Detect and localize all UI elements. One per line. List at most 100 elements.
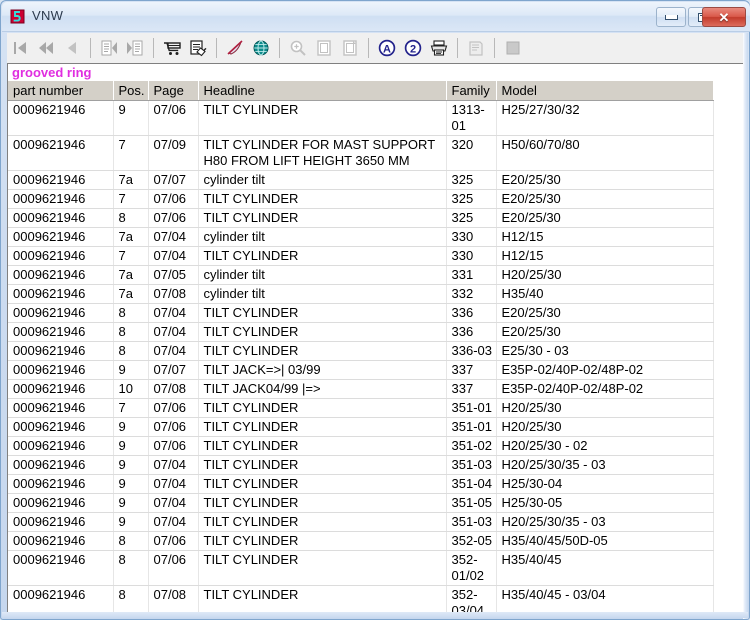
family-line: 331: [451, 267, 474, 282]
table-row[interactable]: 0009621946 7 07/09 TILT CYLINDER FOR MAST S…: [8, 135, 714, 171]
cell-model: H20/25/30/35 - 03: [496, 455, 714, 475]
cell-page: 07/04: [148, 341, 199, 361]
column-header-part-number[interactable]: part number: [8, 81, 114, 101]
cell-pos: 7: [113, 189, 149, 209]
cell-headline-link[interactable]: TILT CYLINDER: [198, 322, 447, 342]
cell-headline-link[interactable]: TILT CYLINDER: [198, 531, 447, 551]
cell-part-number: 0009621946: [8, 208, 114, 228]
cell-headline-link[interactable]: cylinder tilt: [198, 284, 447, 304]
close-button[interactable]: ✕: [702, 7, 746, 27]
table-row[interactable]: 0009621946 9 07/06 TILT CYLINDER 351-01 H20/2…: [8, 417, 714, 437]
table-row[interactable]: 0009621946 8 07/04 TILT CYLINDER 336-03 E25/3…: [8, 341, 714, 361]
cell-headline-link[interactable]: TILT CYLINDER: [198, 398, 447, 418]
cell-headline-link[interactable]: TILT JACK=>| 03/99: [198, 360, 447, 380]
cell-headline-link[interactable]: TILT CYLINDER: [198, 208, 447, 228]
table-row[interactable]: 0009621946 7 07/06 TILT CYLINDER 325 E20/25/3…: [8, 189, 714, 209]
table-row[interactable]: 0009621946 7a 07/05 cylinder tilt 331 H20/25/…: [8, 265, 714, 285]
table-row[interactable]: 0009621946 9 07/06 TILT CYLINDER 1313-01 H25/…: [8, 100, 714, 136]
document-next-icon: [122, 35, 148, 61]
table-row[interactable]: 0009621946 8 07/08 TILT CYLINDER 352- 03/04 H3…: [8, 585, 714, 613]
cell-model: H35/40/45: [496, 550, 714, 586]
table-row[interactable]: 0009621946 9 07/06 TILT CYLINDER 351-02 H20/2…: [8, 436, 714, 456]
cell-headline-link[interactable]: cylinder tilt: [198, 227, 447, 247]
table-row[interactable]: 0009621946 7a 07/08 cylinder tilt 332 H35/40: [8, 284, 714, 304]
cell-model: H20/25/30: [496, 398, 714, 418]
cell-model: H35/40/45/50D-05: [496, 531, 714, 551]
headline-line: TILT CYLINDER: [203, 552, 299, 567]
headline-line: TILT CYLINDER: [203, 587, 299, 602]
cell-family: 351-01: [446, 417, 497, 437]
cell-part-number: 0009621946: [8, 265, 114, 285]
order-list-icon[interactable]: [185, 35, 211, 61]
shopping-cart-icon[interactable]: [159, 35, 185, 61]
cell-headline-link[interactable]: TILT CYLINDER: [198, 436, 447, 456]
cell-page: 07/06: [148, 417, 199, 437]
headline-line: TILT CYLINDER: [203, 476, 299, 491]
cell-headline-link[interactable]: TILT CYLINDER: [198, 493, 447, 513]
table-row[interactable]: 0009621946 9 07/07 TILT JACK=>| 03/99 337 E35…: [8, 360, 714, 380]
globe-history-icon[interactable]: [248, 35, 274, 61]
cell-headline-link[interactable]: TILT CYLINDER: [198, 189, 447, 209]
circled-2-icon[interactable]: 2: [400, 35, 426, 61]
table-row[interactable]: 0009621946 7 07/06 TILT CYLINDER 351-01 H20/2…: [8, 398, 714, 418]
headline-line: cylinder tilt: [203, 286, 265, 301]
column-header-headline[interactable]: Headline: [198, 81, 447, 101]
cell-pos: 9: [113, 474, 149, 494]
cell-pos: 8: [113, 303, 149, 323]
cell-pos: 8: [113, 341, 149, 361]
toolbar: A2: [7, 33, 745, 63]
window-right-edge: [743, 33, 748, 619]
table-row[interactable]: 0009621946 7a 07/07 cylinder tilt 325 E20/25/…: [8, 170, 714, 190]
cell-family: 337: [446, 360, 497, 380]
print-icon[interactable]: [426, 35, 452, 61]
cell-headline-link[interactable]: TILT CYLINDER: [198, 512, 447, 532]
table-row[interactable]: 0009621946 8 07/06 TILT CYLINDER 325 E20/25/3…: [8, 208, 714, 228]
cell-headline-link[interactable]: TILT JACK04/99 |=>: [198, 379, 447, 399]
table-row[interactable]: 0009621946 9 07/04 TILT CYLINDER 351-03 H20/2…: [8, 512, 714, 532]
table-row[interactable]: 0009621946 9 07/04 TILT CYLINDER 351-03 H20/2…: [8, 455, 714, 475]
cell-headline-link[interactable]: TILT CYLINDER: [198, 455, 447, 475]
cell-page: 07/06: [148, 189, 199, 209]
table-row[interactable]: 0009621946 8 07/06 TILT CYLINDER 352- 01/02 H3…: [8, 550, 714, 586]
table-row[interactable]: 0009621946 9 07/04 TILT CYLINDER 351-05 H25/3…: [8, 493, 714, 513]
table-row[interactable]: 0009621946 9 07/04 TILT CYLINDER 351-04 H25/3…: [8, 474, 714, 494]
cell-part-number: 0009621946: [8, 170, 114, 190]
annotate-pen-icon[interactable]: [222, 35, 248, 61]
headline-line: TILT CYLINDER: [203, 514, 299, 529]
cell-page: 07/06: [148, 398, 199, 418]
toolbar-separator: [457, 38, 458, 58]
cell-headline-link[interactable]: cylinder tilt: [198, 170, 447, 190]
cell-pos: 9: [113, 436, 149, 456]
cell-headline-link[interactable]: cylinder tilt: [198, 265, 447, 285]
cell-part-number: 0009621946: [8, 135, 114, 171]
column-header-family[interactable]: Family: [446, 81, 497, 101]
table-row[interactable]: 0009621946 8 07/04 TILT CYLINDER 336 E20/25/3…: [8, 303, 714, 323]
column-header-model[interactable]: Model: [496, 81, 714, 101]
cell-headline-link[interactable]: TILT CYLINDER: [198, 100, 447, 136]
column-header-pos[interactable]: Pos.: [113, 81, 149, 101]
circled-a-icon[interactable]: A: [374, 35, 400, 61]
cell-headline-link[interactable]: TILT CYLINDER FOR MAST SUPPORT H80 FROM L…: [198, 135, 447, 171]
cell-headline-link[interactable]: TILT CYLINDER: [198, 303, 447, 323]
cell-headline-link[interactable]: TILT CYLINDER: [198, 417, 447, 437]
family-line: 351-04: [451, 476, 492, 491]
table-row[interactable]: 0009621946 7 07/04 TILT CYLINDER 330 H12/15: [8, 246, 714, 266]
table-row[interactable]: 0009621946 7a 07/04 cylinder tilt 330 H12/15: [8, 227, 714, 247]
cell-model: E35P-02/40P-02/48P-02: [496, 360, 714, 380]
family-line: 325: [451, 210, 474, 225]
table-row[interactable]: 0009621946 8 07/04 TILT CYLINDER 336 E20/25/3…: [8, 322, 714, 342]
cell-headline-link[interactable]: TILT CYLINDER: [198, 585, 447, 613]
cell-headline-link[interactable]: TILT CYLINDER: [198, 474, 447, 494]
family-line: 351-03: [451, 514, 492, 529]
minimize-button[interactable]: [656, 7, 686, 27]
family-line: 320: [451, 137, 474, 152]
minimize-icon: [664, 14, 678, 20]
column-header-page[interactable]: Page: [148, 81, 199, 101]
table-row[interactable]: 0009621946 8 07/06 TILT CYLINDER 352-05 H35/4…: [8, 531, 714, 551]
family-line: 352-: [451, 552, 478, 567]
cell-headline-link[interactable]: TILT CYLINDER: [198, 246, 447, 266]
cell-headline-link[interactable]: TILT CYLINDER: [198, 341, 447, 361]
cell-headline-link[interactable]: TILT CYLINDER: [198, 550, 447, 586]
cell-family: 351-03: [446, 512, 497, 532]
table-row[interactable]: 0009621946 10 07/08 TILT JACK04/99 |=> 337 E3…: [8, 379, 714, 399]
